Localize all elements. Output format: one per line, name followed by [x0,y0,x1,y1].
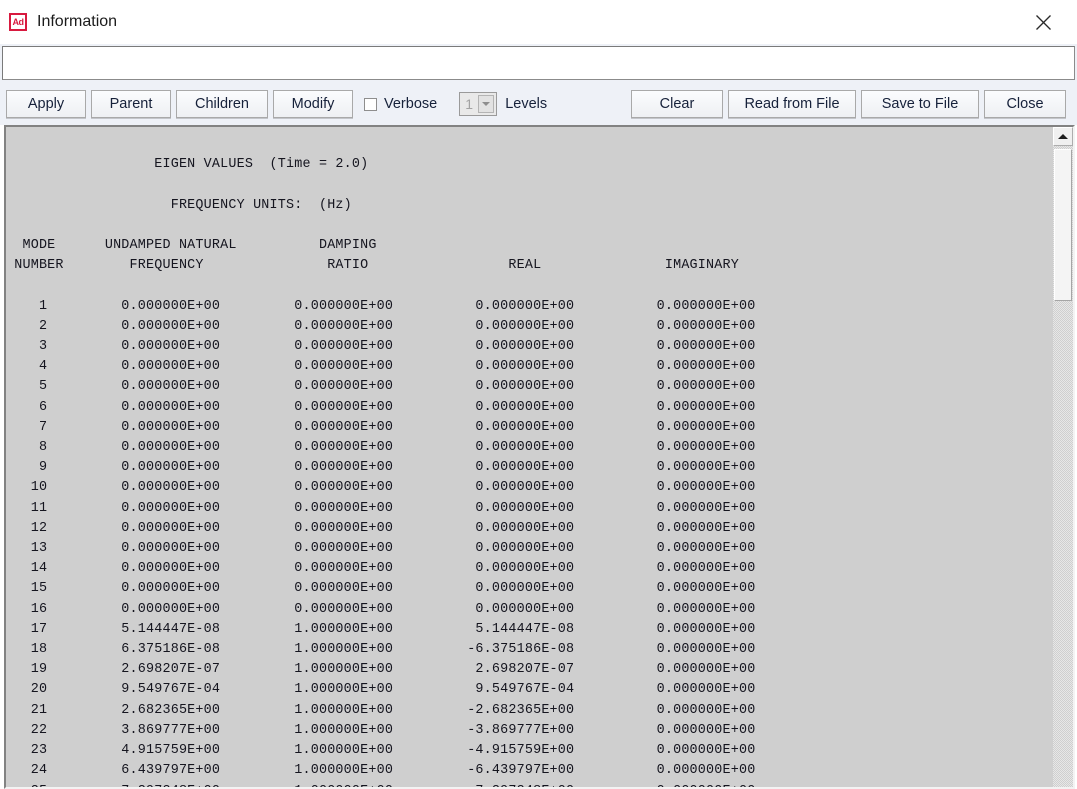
verbose-checkbox-group[interactable]: Verbose [364,96,437,112]
levels-spinner[interactable]: 1 [459,92,498,116]
parent-button[interactable]: Parent [91,90,171,118]
window-close-button[interactable] [1021,0,1065,44]
information-window: Ad Information Apply Parent Children Mod… [0,0,1077,789]
command-entry-row [0,44,1077,83]
save-to-file-button[interactable]: Save to File [861,90,979,118]
chevron-down-icon[interactable] [478,95,495,113]
report-scroll-pane[interactable]: EIGEN VALUES (Time = 2.0) FREQUENCY UNIT… [6,127,1053,787]
command-input[interactable] [2,46,1075,80]
levels-value: 1 [465,96,474,112]
title-bar: Ad Information [0,0,1077,44]
modify-button[interactable]: Modify [273,90,353,118]
levels-label: Levels [505,96,548,112]
levels-group: 1 Levels [459,92,547,116]
read-from-file-button[interactable]: Read from File [728,90,856,118]
close-button[interactable]: Close [984,90,1066,118]
window-title: Information [37,13,118,30]
scrollbar-thumb[interactable] [1054,149,1072,301]
eigen-values-report: EIGEN VALUES (Time = 2.0) FREQUENCY UNIT… [14,157,756,787]
apply-button[interactable]: Apply [6,90,86,118]
verbose-label: Verbose [384,96,438,112]
close-icon [1035,14,1052,31]
toolbar: Apply Parent Children Modify Verbose 1 L… [0,83,1077,125]
adams-app-icon: Ad [9,13,27,31]
vertical-scrollbar[interactable] [1053,127,1073,787]
scroll-up-button[interactable] [1053,127,1073,146]
scroll-up-icon [1058,134,1068,139]
report-area: EIGEN VALUES (Time = 2.0) FREQUENCY UNIT… [4,125,1075,789]
clear-button[interactable]: Clear [631,90,723,118]
children-button[interactable]: Children [176,90,268,118]
verbose-checkbox[interactable] [364,97,377,111]
